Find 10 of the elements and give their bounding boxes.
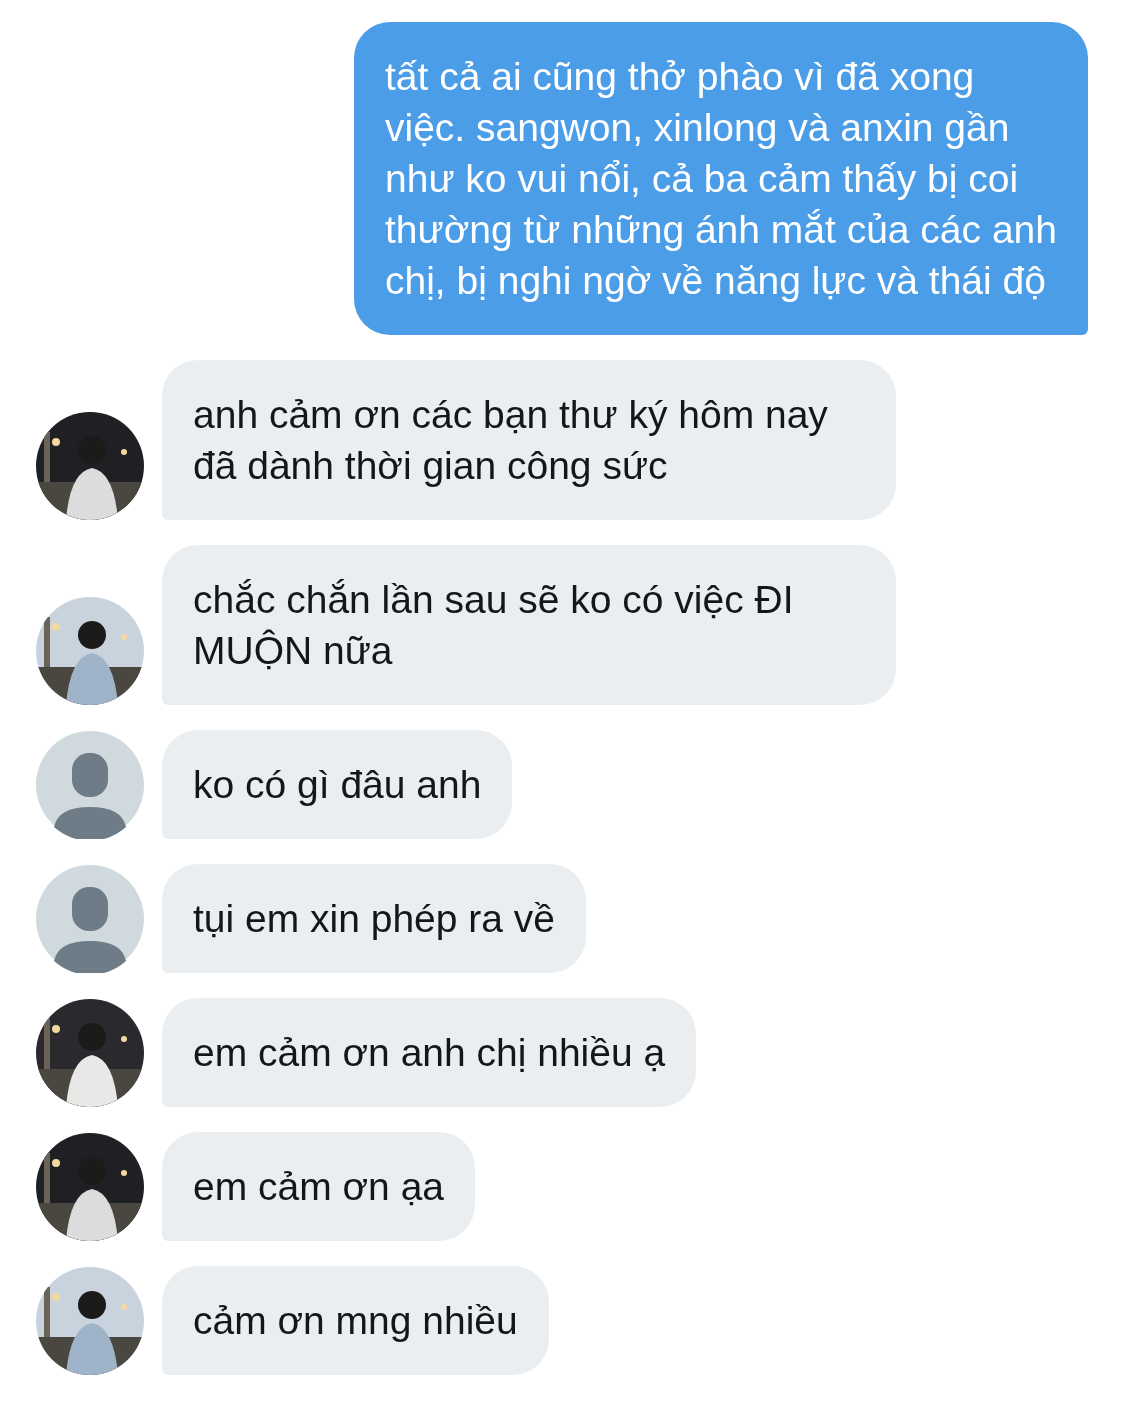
sent-message-bubble: tất cả ai cũng thở phào vì đã xong việc. sangwon, xinlong và anxin gần như ko vui nổi, cả ba cảm thấy bị coi thường từ những ánh mắt của các anh chị, bị nghi ngờ về năng lực và thái độ bbox=[354, 22, 1088, 335]
default-avatar-icon bbox=[36, 865, 144, 973]
received-message-bubble: tụi em xin phép ra về bbox=[162, 864, 587, 973]
received-message-bubble: em cảm ơn anh chị nhiều ạ bbox=[162, 998, 697, 1107]
received-message-bubble: chắc chắn lần sau sẽ ko có việc ĐI MUỘN nữa bbox=[162, 545, 896, 705]
received-message-bubble: anh cảm ơn các bạn thư ký hôm nay đã dành thời gian công sức bbox=[162, 360, 896, 520]
default-avatar-icon bbox=[36, 731, 144, 839]
received-message-bubble: cảm ơn mng nhiều bbox=[162, 1266, 549, 1375]
received-message-bubble: ko có gì đâu anh bbox=[162, 730, 513, 839]
received-message-bubble: em cảm ơn ạa bbox=[162, 1132, 475, 1241]
